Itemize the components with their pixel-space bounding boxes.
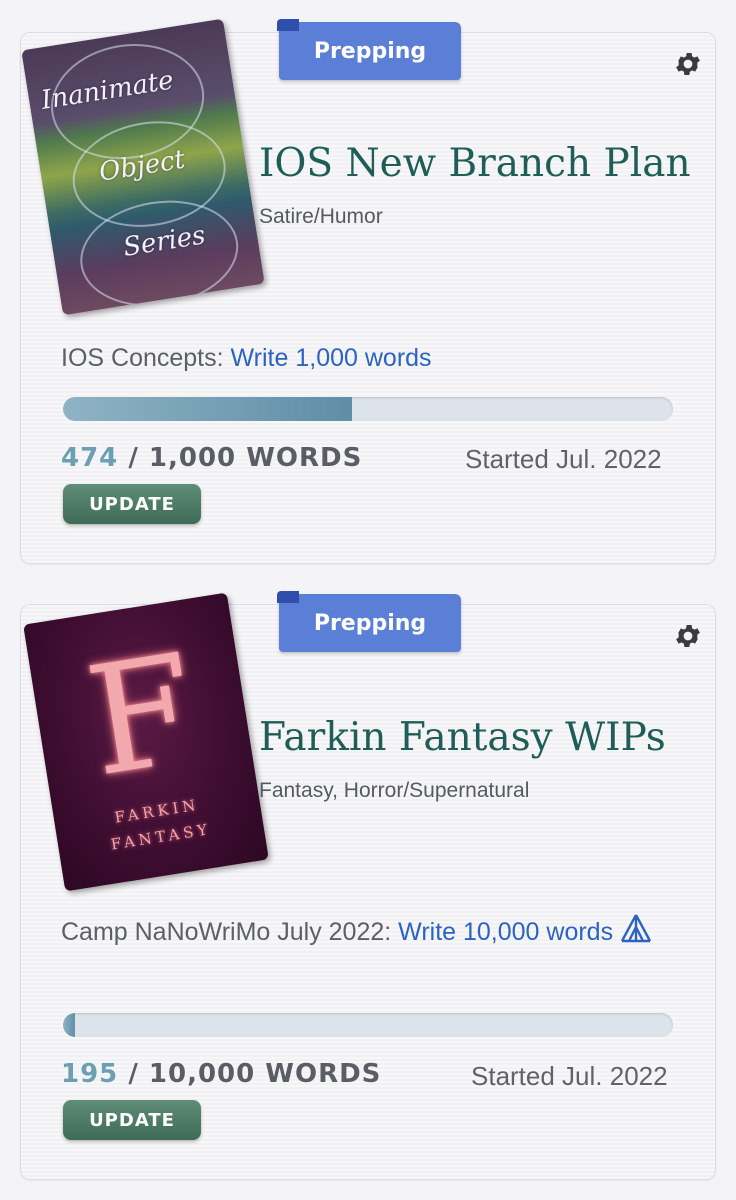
progress-bar <box>63 1013 673 1037</box>
project-title[interactable]: IOS New Branch Plan <box>259 141 691 186</box>
status-tab[interactable]: Prepping <box>277 591 461 652</box>
project-title[interactable]: Farkin Fantasy WIPs <box>259 715 666 760</box>
word-count: 474 / 1,000 WORDS <box>61 443 362 473</box>
project-card: Prepping Inanimate Object Series IOS New… <box>20 18 716 564</box>
project-genre: Satire/Humor <box>259 205 383 228</box>
goal-text: IOS Concepts: Write 1,000 words <box>61 337 681 380</box>
target-word-count: 10,000 WORDS <box>148 1059 382 1089</box>
target-word-count: 1,000 WORDS <box>148 443 363 473</box>
progress-fill <box>63 1013 76 1037</box>
count-separator: / <box>128 1059 139 1089</box>
goal-link[interactable]: Write 1,000 words <box>231 344 432 372</box>
status-tab[interactable]: Prepping <box>277 19 461 80</box>
goal-link[interactable]: Write 10,000 words <box>398 918 613 946</box>
update-button[interactable]: UPDATE <box>63 1100 201 1140</box>
goal-label: IOS Concepts: <box>61 344 224 372</box>
project-cover-image[interactable]: F FARKIN FANTASY <box>23 592 269 892</box>
tent-icon <box>619 913 653 957</box>
update-button[interactable]: UPDATE <box>63 484 201 524</box>
progress-fill <box>63 397 353 421</box>
goal-text: Camp NaNoWriMo July 2022: Write 10,000 w… <box>61 911 661 957</box>
project-cover-image[interactable]: Inanimate Object Series <box>21 18 265 316</box>
project-genre: Fantasy, Horror/Supernatural <box>259 779 530 802</box>
gear-icon[interactable] <box>671 619 705 653</box>
gear-icon[interactable] <box>671 47 705 81</box>
started-date: Started Jul. 2022 <box>465 444 662 474</box>
project-card: Prepping F FARKIN FANTASY Farkin Fantasy… <box>20 591 716 1180</box>
word-count: 195 / 10,000 WORDS <box>61 1059 381 1089</box>
progress-bar <box>63 397 673 421</box>
current-word-count: 474 <box>61 443 119 473</box>
cover-letter: F <box>76 622 207 811</box>
goal-label: Camp NaNoWriMo July 2022: <box>61 918 392 946</box>
current-word-count: 195 <box>61 1059 119 1089</box>
count-separator: / <box>128 443 139 473</box>
started-date: Started Jul. 2022 <box>471 1061 668 1091</box>
